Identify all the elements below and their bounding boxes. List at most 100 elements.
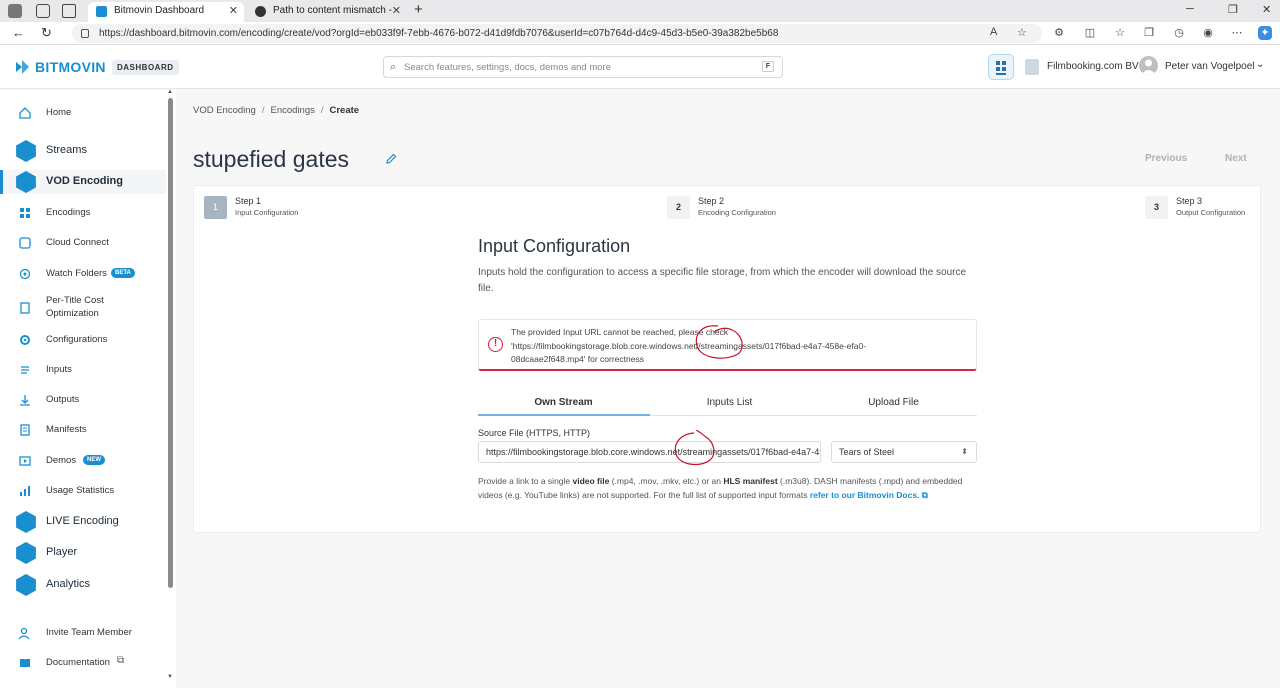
app-header: BITMOVIN DASHBOARD ⌕ F Filmbooking.com B… [0, 45, 1280, 89]
split-screen-icon[interactable]: ◫ [1083, 26, 1097, 40]
previous-button[interactable]: Previous [1145, 153, 1187, 164]
tab-inputs-list[interactable]: Inputs List [644, 397, 815, 408]
vod-encoding-icon [16, 171, 36, 193]
close-tab-icon[interactable]: ✕ [392, 2, 401, 20]
sidebar-item-manifests[interactable]: Manifests [0, 418, 166, 442]
next-button[interactable]: Next [1225, 153, 1247, 164]
sidebar-item-label: Player [46, 546, 78, 558]
search-shortcut-key: F [761, 61, 774, 72]
sidebar-item-analytics[interactable]: Analytics [0, 573, 166, 597]
sidebar-item-home[interactable]: Home [0, 101, 166, 125]
live-encoding-icon [16, 511, 36, 533]
sidebar-item-label: LIVE Encoding [46, 515, 119, 527]
shield-icon[interactable]: ◉ [1201, 26, 1215, 40]
chevron-down-icon[interactable]: ⌄ [1256, 59, 1264, 70]
sidebar-item-demos[interactable]: Demos NEW [0, 449, 166, 473]
player-icon [16, 542, 36, 564]
scroll-up-icon[interactable]: ▲ [167, 89, 173, 95]
collections-icon[interactable]: ❐ [1142, 26, 1156, 40]
step-subtitle: Input Configuration [235, 208, 299, 217]
sidebar-item-per-title[interactable]: Per-Title Cost Optimization [0, 293, 166, 323]
scroll-down-icon[interactable]: ▼ [167, 674, 173, 680]
sidebar-item-vod-encoding[interactable]: VOD Encoding [0, 170, 166, 194]
hint-text: Provide a link to a single [478, 476, 573, 486]
lock-icon [81, 29, 89, 38]
manifests-icon [20, 424, 30, 436]
close-tab-icon[interactable]: ✕ [229, 2, 238, 20]
favorite-star-icon[interactable]: ☆ [1017, 26, 1027, 39]
user-avatar[interactable] [1139, 56, 1158, 75]
breadcrumb-separator: / [320, 105, 324, 116]
history-icon[interactable]: ◷ [1172, 26, 1186, 40]
sidebar-item-streams[interactable]: Streams [0, 139, 166, 163]
step-number: 3 [1145, 196, 1168, 219]
dashboard-switcher-button[interactable] [988, 54, 1014, 80]
sidebar-scrollbar[interactable]: ▲ ▼ [167, 89, 174, 684]
bitmovin-favicon-icon [96, 6, 107, 17]
sidebar-item-invite[interactable]: Invite Team Member [0, 621, 166, 645]
breadcrumb-encodings[interactable]: Encodings [270, 105, 314, 116]
select-chevron-icon: ⬍ [961, 447, 968, 456]
sidebar-item-documentation[interactable]: Documentation ⧉ [0, 651, 166, 675]
url-field[interactable]: https://dashboard.bitmovin.com/encoding/… [72, 24, 1042, 43]
sidebar-item-usage-statistics[interactable]: Usage Statistics [0, 479, 166, 503]
scroll-thumb[interactable] [168, 98, 173, 588]
step-number: 2 [667, 196, 690, 219]
extensions-icon[interactable]: ⚙ [1052, 26, 1066, 40]
organization-icon [1025, 59, 1039, 75]
favorites-icon[interactable]: ☆ [1113, 26, 1127, 40]
step-number: 1 [204, 196, 227, 219]
profile-avatar-icon[interactable] [8, 4, 22, 18]
breadcrumb-current: Create [329, 105, 360, 116]
maximize-button[interactable]: ❐ [1228, 3, 1238, 16]
global-search[interactable]: ⌕ F [383, 56, 783, 78]
annotation-circle-input [674, 430, 715, 466]
workspaces-icon[interactable] [36, 4, 50, 18]
invite-user-icon [18, 627, 30, 640]
hint-text: (.mp4, .mov, .mkv, etc.) or an [609, 476, 724, 486]
tab-own-stream[interactable]: Own Stream [478, 397, 649, 408]
sample-select-value: Tears of Steel [839, 447, 895, 457]
search-icon: ⌕ [390, 61, 397, 73]
search-input[interactable] [404, 60, 744, 75]
close-window-button[interactable]: ✕ [1262, 3, 1271, 16]
tab-bitmovin-dashboard[interactable]: Bitmovin Dashboard ✕ [88, 2, 244, 22]
error-icon: ! [488, 337, 503, 352]
sidebar-item-label: Per-Title Cost [46, 295, 104, 306]
read-aloud-icon[interactable]: A [990, 26, 997, 38]
organization-name[interactable]: Filmbooking.com BV [1047, 61, 1139, 72]
grid-icon [996, 61, 1006, 75]
sidebar-item-configurations[interactable]: Configurations [0, 328, 166, 352]
hint-video-file: video file [572, 476, 610, 486]
user-name[interactable]: Peter van Vogelpoel [1165, 61, 1255, 72]
sidebar-item-encodings[interactable]: Encodings [0, 201, 166, 225]
copilot-icon[interactable]: ✦ [1258, 26, 1272, 40]
source-file-label: Source File (HTTPS, HTTP) [478, 428, 591, 438]
sidebar-item-watch-folders[interactable]: Watch Folders BETA [0, 262, 166, 286]
tab-upload-file[interactable]: Upload File [808, 397, 979, 408]
sidebar-item-label: Watch Folders [46, 268, 107, 279]
docs-link[interactable]: refer to our Bitmovin Docs. [810, 490, 920, 500]
sample-select[interactable]: Tears of Steel ⬍ [831, 441, 977, 463]
refresh-icon[interactable]: ↻ [41, 25, 52, 41]
tab-actions-icon[interactable] [62, 4, 76, 18]
hint-hls-manifest: HLS manifest [723, 476, 778, 486]
new-tab-button[interactable]: + [414, 1, 423, 18]
more-menu-icon[interactable]: ⋯ [1230, 26, 1244, 40]
sidebar-item-inputs[interactable]: Inputs [0, 358, 166, 382]
tab-path-mismatch[interactable]: Path to content mismatch - Bitm ✕ [247, 2, 407, 34]
breadcrumb: VOD Encoding / Encodings / Create [193, 105, 359, 116]
source-file-input[interactable]: https://filmbookingstorage.blob.core.win… [478, 441, 821, 463]
sidebar-item-label: Outputs [46, 394, 80, 405]
sidebar-item-live-encoding[interactable]: LIVE Encoding [0, 510, 166, 534]
bar-chart-icon [20, 486, 30, 496]
sidebar-item-cloud-connect[interactable]: Cloud Connect [0, 231, 166, 255]
input-source-tabs: Own Stream Inputs List Upload File [478, 393, 977, 416]
breadcrumb-vod-encoding[interactable]: VOD Encoding [193, 105, 256, 116]
minimize-button[interactable]: ─ [1186, 3, 1194, 15]
sidebar-item-player[interactable]: Player [0, 541, 166, 565]
sidebar-item-label: Cloud Connect [46, 237, 109, 248]
sidebar-item-outputs[interactable]: Outputs [0, 388, 166, 412]
pencil-icon[interactable] [385, 153, 397, 165]
back-icon[interactable]: ← [12, 25, 25, 40]
